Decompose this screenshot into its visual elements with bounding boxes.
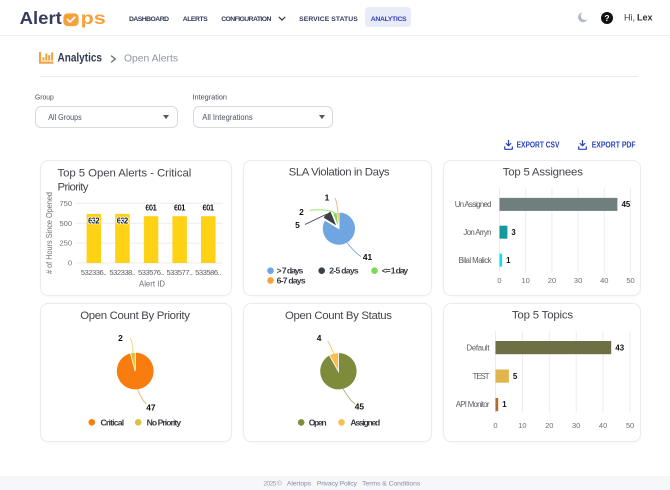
svg-text:500: 500 (59, 219, 72, 228)
svg-text:532336..: 532336.. (81, 268, 107, 277)
svg-text:533576..: 533576.. (138, 268, 164, 277)
svg-text:ALERTS: ALERTS (183, 16, 209, 23)
svg-text:<= 1 day: <= 1 day (382, 266, 409, 276)
svg-text:Critical: Critical (101, 417, 125, 427)
svg-text:40: 40 (600, 276, 608, 285)
svg-text:Default: Default (467, 343, 491, 352)
svg-text:40: 40 (599, 421, 607, 430)
svg-text:Privacy Policy: Privacy Policy (317, 480, 358, 487)
svg-text:20: 20 (548, 276, 556, 285)
svg-text:Group: Group (35, 93, 54, 102)
svg-text:601: 601 (203, 203, 215, 212)
svg-text:Open Count By Priority: Open Count By Priority (80, 310, 190, 322)
svg-text:50: 50 (626, 421, 634, 430)
svg-text:43: 43 (615, 343, 624, 352)
svg-text:533586..: 533586.. (195, 268, 221, 277)
svg-text:Alert: Alert (20, 8, 62, 28)
svg-text:533577..: 533577.. (167, 268, 193, 277)
svg-text:30: 30 (574, 276, 582, 285)
svg-text:2: 2 (118, 333, 123, 343)
svg-text:Alert ID: Alert ID (139, 280, 165, 289)
svg-text:10: 10 (522, 276, 530, 285)
svg-text:Jon Arryn: Jon Arryn (463, 228, 491, 237)
svg-text:5: 5 (295, 220, 300, 230)
svg-text:0: 0 (68, 259, 72, 268)
svg-text:EXPORT CSV: EXPORT CSV (517, 139, 560, 149)
svg-text:Integration: Integration (193, 93, 228, 102)
svg-text:4: 4 (317, 333, 322, 343)
svg-text:Top 5 Topics: Top 5 Topics (512, 310, 573, 322)
svg-text:Terms & Conditions: Terms & Conditions (362, 480, 421, 487)
svg-text:ps: ps (81, 8, 106, 28)
svg-text:5: 5 (513, 372, 518, 381)
svg-text:601: 601 (174, 203, 186, 212)
svg-text:TEST: TEST (473, 372, 490, 381)
svg-text:532338..: 532338.. (109, 268, 135, 277)
svg-text:Hi,: Hi, (624, 12, 635, 22)
svg-text:Priority: Priority (58, 182, 89, 194)
svg-text:Analytics: Analytics (58, 53, 103, 65)
svg-text:Open Count By Status: Open Count By Status (285, 310, 392, 322)
svg-text:632: 632 (88, 216, 100, 225)
svg-text:Assigned: Assigned (350, 417, 380, 427)
svg-text:750: 750 (59, 199, 72, 208)
svg-text:CONFIGURATION: CONFIGURATION (221, 16, 271, 23)
svg-text:Bilal Malick: Bilal Malick (459, 256, 492, 265)
svg-text:0: 0 (493, 421, 497, 430)
svg-text:EXPORT PDF: EXPORT PDF (592, 139, 636, 149)
svg-text:50: 50 (626, 276, 634, 285)
svg-text:41: 41 (363, 252, 373, 262)
svg-text:0: 0 (497, 276, 501, 285)
svg-text:30: 30 (572, 421, 580, 430)
svg-text:2025 ©: 2025 © (263, 479, 282, 487)
svg-text:All Integrations: All Integrations (202, 112, 252, 122)
svg-text:1: 1 (502, 400, 507, 409)
svg-text:Un Assigned: Un Assigned (455, 200, 492, 209)
svg-text:> 7 days: > 7 days (277, 266, 304, 276)
svg-text:1: 1 (325, 192, 330, 202)
svg-text:No Priority: No Priority (147, 417, 182, 427)
svg-text:6-7 days: 6-7 days (277, 275, 306, 285)
svg-text:3: 3 (511, 228, 516, 237)
svg-text:DASHBOARD: DASHBOARD (129, 16, 169, 23)
svg-text:All Groups: All Groups (48, 112, 82, 122)
svg-text:Open Alerts: Open Alerts (124, 53, 178, 65)
svg-text:Lex: Lex (637, 12, 653, 22)
svg-text:SLA Violation in Days: SLA Violation in Days (289, 167, 390, 179)
svg-text:47: 47 (146, 403, 156, 413)
svg-text:2-5 days: 2-5 days (329, 266, 359, 276)
svg-text:API Monitor: API Monitor (456, 400, 490, 409)
svg-text:10: 10 (518, 421, 526, 430)
svg-text:20: 20 (545, 421, 553, 430)
svg-text:Alertops: Alertops (287, 480, 312, 487)
svg-text:Top 5 Assignees: Top 5 Assignees (503, 167, 583, 179)
svg-text:1: 1 (506, 256, 511, 265)
svg-text:45: 45 (622, 200, 631, 209)
svg-text:ANALYTICS: ANALYTICS (371, 16, 407, 23)
svg-text:Open: Open (309, 417, 327, 427)
svg-text:45: 45 (355, 401, 365, 411)
svg-text:Top 5 Open Alerts - Critical: Top 5 Open Alerts - Critical (58, 167, 192, 179)
svg-text:250: 250 (59, 239, 72, 248)
svg-text:SERVICE STATUS: SERVICE STATUS (299, 16, 358, 23)
svg-text:2: 2 (299, 207, 304, 217)
svg-text:# of Hours Since Opened: # of Hours Since Opened (45, 192, 54, 274)
svg-text:601: 601 (145, 203, 157, 212)
svg-text:632: 632 (117, 216, 129, 225)
